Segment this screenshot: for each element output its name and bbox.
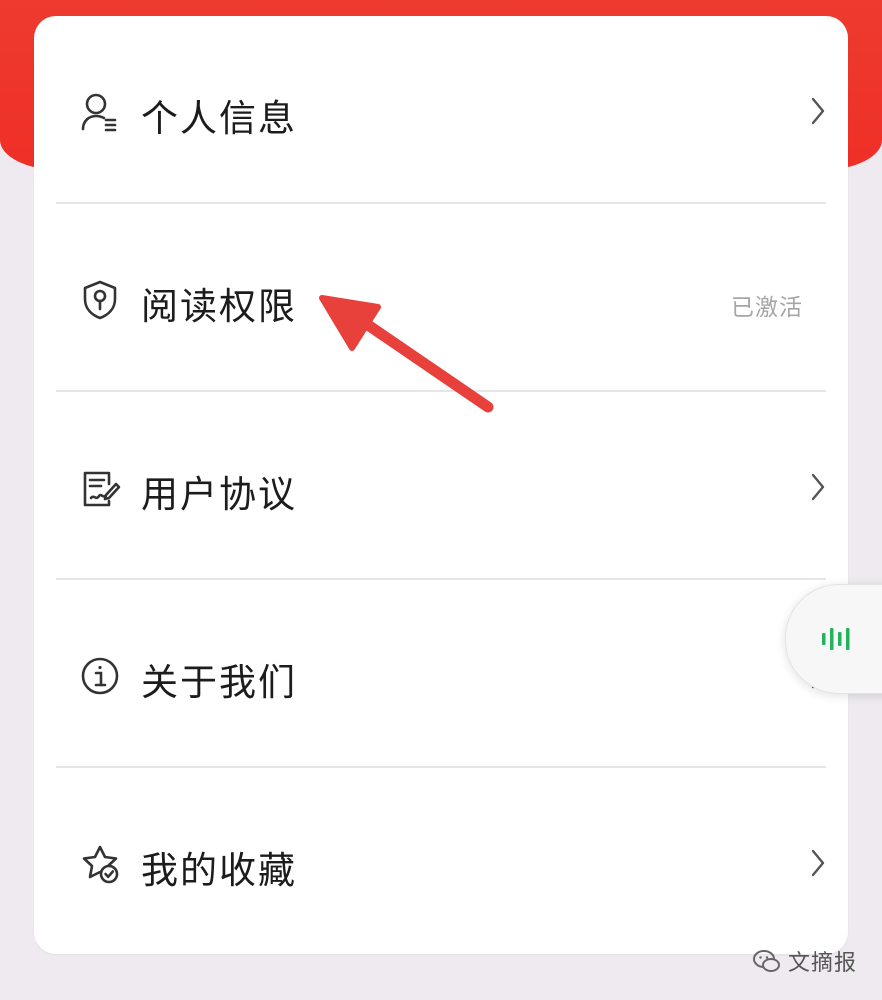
menu-item-label: 阅读权限 bbox=[141, 285, 297, 328]
menu-item-personal-info[interactable]: 个人信息 bbox=[34, 16, 848, 204]
settings-card: 个人信息 阅读权限 已激活 用户协议 关于我们 我的收藏 bbox=[34, 16, 848, 954]
user-profile-icon bbox=[79, 91, 121, 133]
star-check-icon bbox=[79, 843, 121, 885]
status-badge: 已激活 bbox=[731, 295, 803, 321]
info-icon bbox=[79, 655, 121, 697]
chevron-right-icon bbox=[808, 848, 828, 878]
document-sign-icon bbox=[79, 467, 121, 509]
shield-lock-icon bbox=[79, 279, 121, 321]
red-arrow-annotation bbox=[319, 295, 494, 413]
watermark: 文摘报 bbox=[752, 945, 857, 977]
menu-item-about-us[interactable]: 关于我们 bbox=[34, 580, 848, 768]
menu-item-label: 我的收藏 bbox=[141, 849, 297, 892]
menu-item-label: 用户协议 bbox=[141, 473, 297, 516]
menu-item-my-favorites[interactable]: 我的收藏 bbox=[34, 768, 848, 956]
menu-item-label: 关于我们 bbox=[141, 661, 297, 704]
floating-audio-button[interactable] bbox=[785, 584, 882, 694]
chevron-right-icon bbox=[808, 472, 828, 502]
chevron-right-icon bbox=[808, 96, 828, 126]
wechat-icon bbox=[752, 948, 782, 974]
menu-item-label: 个人信息 bbox=[141, 97, 297, 140]
watermark-text: 文摘报 bbox=[788, 951, 858, 976]
sound-wave-icon bbox=[822, 628, 850, 650]
